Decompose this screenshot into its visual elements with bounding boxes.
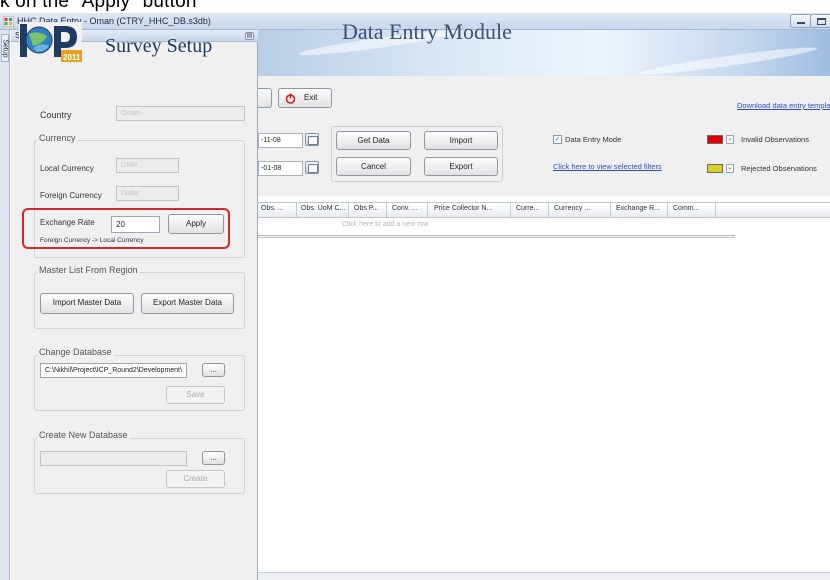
view-filters-link[interactable]: Click here to view selected filters [553, 162, 662, 171]
app-icon [3, 16, 14, 27]
foreign-currency-field[interactable]: Dollar [116, 186, 179, 201]
local-currency-field[interactable]: OMR [116, 158, 179, 173]
side-dock-strip [0, 30, 10, 580]
column-divider[interactable] [386, 203, 387, 217]
add-new-row-hint[interactable]: Click here to add a new row [342, 221, 428, 228]
country-label: Country [40, 110, 72, 120]
country-field[interactable]: Oman [116, 106, 245, 121]
column-divider[interactable] [348, 203, 349, 217]
exit-button-label: Exit [304, 93, 318, 102]
minimize-icon [797, 22, 805, 24]
data-entry-module-title: Data Entry Module [342, 19, 512, 44]
import-button[interactable]: Import [424, 131, 498, 150]
maximize-button[interactable] [810, 14, 830, 28]
instruction-caption: k on the "Apply" button [0, 0, 197, 12]
column-header[interactable]: Comm... [673, 205, 699, 212]
save-database-button[interactable]: Save [166, 386, 225, 404]
column-divider[interactable] [427, 203, 428, 217]
download-template-link[interactable]: Download data entry templa [737, 101, 830, 110]
column-header[interactable]: Price Collector N... [434, 205, 492, 212]
chevron-down-icon[interactable]: ⌄ [726, 135, 734, 144]
column-header[interactable]: Exchange R... [616, 205, 660, 212]
column-divider[interactable] [667, 203, 668, 217]
database-path-field[interactable]: C:\Nikhil\Project\ICP_Round2\Development… [40, 363, 187, 378]
data-entry-mode-checkbox[interactable]: ✓ [553, 135, 562, 144]
maximize-icon [817, 18, 826, 25]
invalid-color-swatch[interactable] [707, 135, 723, 144]
grid-row-divider [258, 235, 735, 238]
browse-database-button[interactable]: ... [202, 363, 225, 377]
survey-setup-title: Survey Setup [105, 35, 213, 57]
power-icon [285, 93, 296, 104]
column-divider[interactable] [548, 203, 549, 217]
date-to-field[interactable]: -01-08 [258, 161, 303, 176]
master-list-group-title: Master List From Region [37, 265, 140, 275]
data-grid-body[interactable] [258, 219, 830, 572]
column-divider[interactable] [296, 203, 297, 217]
logo-year: 2011 [63, 53, 81, 62]
new-database-path-field[interactable] [40, 451, 187, 466]
column-header[interactable]: Currency ... [554, 205, 590, 212]
setup-side-tab-label: Setup [1, 39, 9, 58]
toolbar-button-partial[interactable] [258, 88, 272, 108]
column-header[interactable]: Conv. ... [392, 205, 418, 212]
column-header[interactable]: Curre... [516, 205, 539, 212]
exchange-rate-highlight [22, 208, 230, 249]
pin-icon[interactable]: ▤ [245, 32, 254, 40]
local-currency-label: Local Currency [40, 164, 94, 173]
invalid-observations-label: Invalid Observations [741, 135, 809, 144]
minimize-button[interactable] [790, 14, 812, 28]
exit-button[interactable]: Exit [278, 88, 332, 108]
foreign-currency-label: Foreign Currency [40, 191, 102, 200]
calendar-icon[interactable] [305, 161, 319, 174]
export-button[interactable]: Export [424, 157, 498, 176]
calendar-icon[interactable] [305, 133, 319, 146]
data-entry-mode-label: Data Entry Mode [565, 135, 622, 144]
change-database-group-title: Change Database [37, 347, 114, 357]
browse-new-database-button[interactable]: ... [202, 451, 225, 465]
rejected-color-swatch[interactable] [707, 164, 723, 173]
cancel-button[interactable]: Cancel [336, 157, 411, 176]
column-divider[interactable] [510, 203, 511, 217]
column-header[interactable]: Obs. UoM C... [301, 205, 345, 212]
icp-logo: 2011 [19, 22, 82, 62]
currency-group-title: Currency [37, 133, 78, 143]
column-header[interactable]: Obs. ... [261, 205, 284, 212]
rejected-observations-label: Rejected Observations [741, 164, 817, 173]
create-database-button[interactable]: Create [166, 470, 225, 488]
date-from-field[interactable]: -11-08 [258, 133, 303, 148]
export-master-data-button[interactable]: Export Master Data [141, 293, 234, 314]
column-divider[interactable] [715, 203, 716, 217]
get-data-button[interactable]: Get Data [336, 131, 411, 150]
setup-side-tab[interactable]: Setup [1, 34, 9, 62]
column-header[interactable]: Obs P... [354, 205, 378, 212]
data-grid-header: Obs. ... Obs. UoM C... Obs P... Conv. ..… [258, 202, 830, 218]
status-bar [258, 572, 830, 580]
new-database-group-title: Create New Database [37, 430, 130, 440]
banner-swoosh [638, 43, 818, 76]
chevron-down-icon[interactable]: ⌄ [726, 164, 734, 173]
column-divider[interactable] [610, 203, 611, 217]
import-master-data-button[interactable]: Import Master Data [40, 293, 134, 314]
